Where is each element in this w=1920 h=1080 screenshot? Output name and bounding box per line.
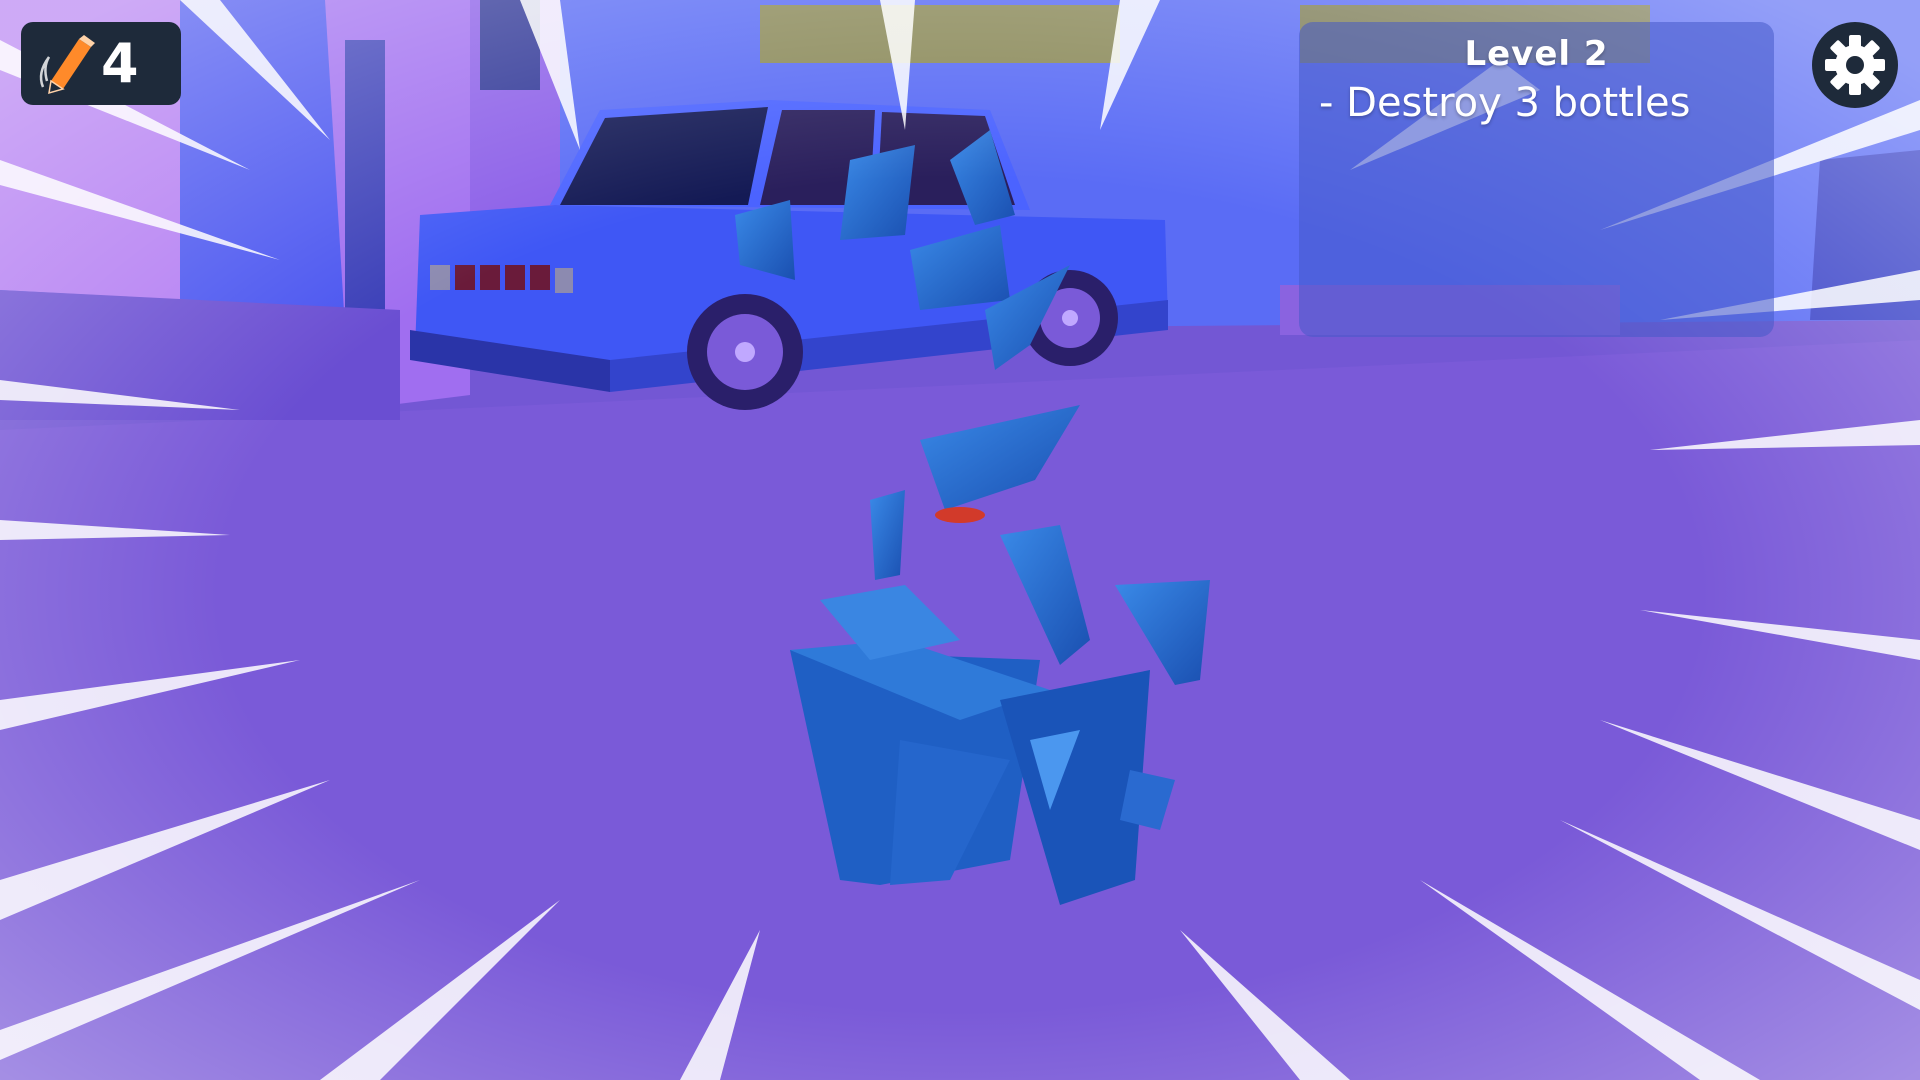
objective-panel: Level 2 - Destroy 3 bottles	[1299, 22, 1774, 337]
pencil-count: 4	[101, 31, 139, 95]
game-viewport[interactable]: 4 Level 2 - Destroy 3 bottles	[0, 0, 1920, 1080]
pencil-icon	[39, 34, 95, 94]
level-title: Level 2	[1464, 34, 1609, 74]
gear-icon	[1825, 35, 1885, 95]
objective-task: - Destroy 3 bottles	[1319, 80, 1691, 126]
settings-button[interactable]	[1812, 22, 1898, 108]
pencil-counter: 4	[21, 22, 181, 105]
